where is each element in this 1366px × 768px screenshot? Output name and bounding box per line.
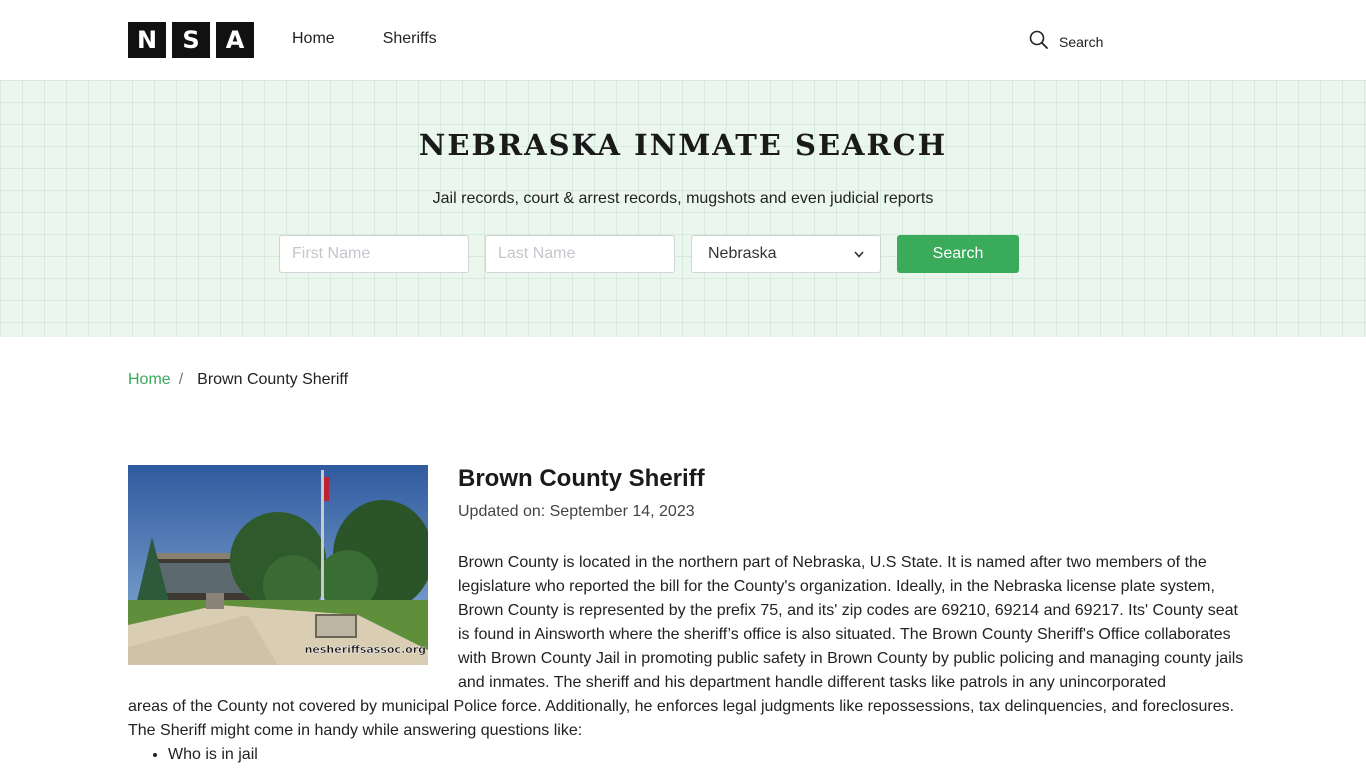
- inmate-search-form: Nebraska Search: [279, 235, 1019, 273]
- hero-search-section: NEBRASKA INMATE SEARCH Jail records, cou…: [0, 80, 1366, 337]
- last-name-input[interactable]: [485, 235, 675, 273]
- search-button[interactable]: Search: [897, 235, 1019, 273]
- updated-date: Updated on: September 14, 2023: [458, 503, 695, 520]
- nav-home-link[interactable]: Home: [292, 30, 335, 48]
- breadcrumb: Home / Brown County Sheriff: [128, 371, 348, 389]
- article-paragraph-continued: areas of the County not covered by munic…: [128, 698, 1235, 739]
- sheriff-office-photo: nesheriffsassoc.org: [128, 465, 428, 665]
- logo-letter: A: [216, 22, 254, 58]
- page-title: NEBRASKA INMATE SEARCH: [418, 128, 948, 162]
- hero-subtitle: Jail records, court & arrest records, mu…: [432, 190, 934, 207]
- logo-letter: N: [128, 22, 166, 58]
- site-logo[interactable]: N S A: [128, 22, 254, 58]
- breadcrumb-separator: /: [178, 371, 184, 388]
- main-nav: Home Sheriffs: [292, 30, 437, 48]
- header-search-label: Search: [1059, 33, 1104, 50]
- first-name-input[interactable]: [279, 235, 469, 273]
- photo-watermark: nesheriffsassoc.org: [305, 643, 426, 656]
- search-icon: [1029, 30, 1049, 53]
- article-title: Brown County Sheriff: [458, 465, 705, 492]
- state-select-value: Nebraska: [708, 245, 777, 262]
- chevron-down-icon: [854, 245, 864, 263]
- nav-sheriffs-link[interactable]: Sheriffs: [383, 30, 437, 48]
- header-search-link[interactable]: Search: [1029, 30, 1103, 53]
- article-paragraph-intro: Brown County is located in the northern …: [458, 554, 1244, 691]
- list-item: Who is in jail: [168, 743, 258, 767]
- breadcrumb-current: Brown County Sheriff: [197, 371, 349, 388]
- questions-list: Who is in jail: [168, 743, 258, 767]
- site-header: N S A Home Sheriffs Search: [0, 0, 1366, 80]
- state-select[interactable]: Nebraska: [691, 235, 881, 273]
- breadcrumb-home-link[interactable]: Home: [128, 371, 171, 389]
- logo-letter: S: [172, 22, 210, 58]
